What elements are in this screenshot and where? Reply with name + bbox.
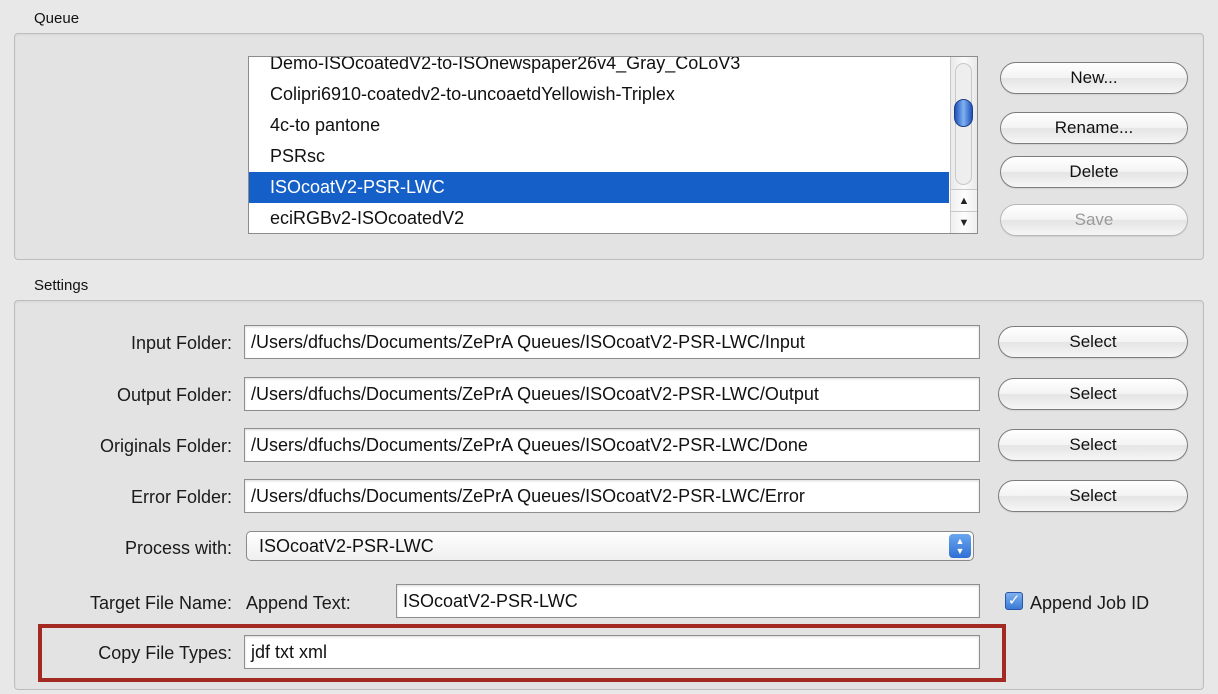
target-file-name-label: Target File Name: xyxy=(89,593,232,613)
originals-folder-field[interactable]: /Users/dfuchs/Documents/ZePrA Queues/ISO… xyxy=(244,428,980,462)
append-text-field[interactable]: ISOcoatV2-PSR-LWC xyxy=(396,584,980,618)
save-queue-button[interactable]: Save xyxy=(1000,204,1188,236)
error-folder-field[interactable]: /Users/dfuchs/Documents/ZePrA Queues/ISO… xyxy=(244,479,980,513)
queue-list-item[interactable]: Colipri6910-coatedv2-to-uncoaetdYellowis… xyxy=(249,79,949,110)
rename-queue-button[interactable]: Rename... xyxy=(1000,112,1188,144)
originals-folder-label: Originals Folder: xyxy=(99,436,232,456)
queue-list[interactable]: Demo-ISOcoatedV2-to-ISOnewspaper26v4_Gra… xyxy=(248,56,978,234)
input-folder-label: Input Folder: xyxy=(130,333,232,353)
output-folder-field[interactable]: /Users/dfuchs/Documents/ZePrA Queues/ISO… xyxy=(244,377,980,411)
checkmark-icon: ✓ xyxy=(1007,592,1021,609)
process-with-popup[interactable]: ISOcoatV2-PSR-LWC ▲ ▼ xyxy=(246,531,974,561)
input-folder-select-button[interactable]: Select xyxy=(998,326,1188,358)
scroll-down-arrow-icon[interactable]: ▼ xyxy=(951,211,977,233)
popup-arrows-icon: ▲ ▼ xyxy=(949,534,971,558)
queue-section-label: Queue xyxy=(34,10,80,27)
queue-list-item[interactable]: ISOcoatV2-PSR-LWC xyxy=(249,172,949,203)
highlight-annotation-box xyxy=(38,624,1006,682)
originals-folder-select-button[interactable]: Select xyxy=(998,429,1188,461)
queue-list-item[interactable]: Demo-ISOcoatedV2-to-ISOnewspaper26v4_Gra… xyxy=(249,57,949,79)
scroll-up-arrow-icon[interactable]: ▲ xyxy=(951,189,977,211)
process-with-value: ISOcoatV2-PSR-LWC xyxy=(259,536,434,556)
new-queue-button[interactable]: New... xyxy=(1000,62,1188,94)
queue-list-rows: Demo-ISOcoatedV2-to-ISOnewspaper26v4_Gra… xyxy=(249,57,949,233)
settings-section-label: Settings xyxy=(34,277,89,294)
append-job-id-label: Append Job ID xyxy=(1030,593,1150,613)
output-folder-label: Output Folder: xyxy=(116,385,232,405)
queue-list-item[interactable]: eciRGBv2-ISOcoatedV2 xyxy=(249,203,949,233)
append-text-label: Append Text: xyxy=(246,593,351,613)
append-job-id-checkbox[interactable]: ✓ xyxy=(1005,592,1023,610)
queue-list-item[interactable]: PSRsc xyxy=(249,141,949,172)
queue-list-scrollbar[interactable]: ▲ ▼ xyxy=(950,57,977,233)
input-folder-field[interactable]: /Users/dfuchs/Documents/ZePrA Queues/ISO… xyxy=(244,325,980,359)
error-folder-select-button[interactable]: Select xyxy=(998,480,1188,512)
scrollbar-thumb[interactable] xyxy=(954,99,973,127)
output-folder-select-button[interactable]: Select xyxy=(998,378,1188,410)
delete-queue-button[interactable]: Delete xyxy=(1000,156,1188,188)
process-with-label: Process with: xyxy=(124,538,232,558)
queue-list-item[interactable]: 4c-to pantone xyxy=(249,110,949,141)
error-folder-label: Error Folder: xyxy=(130,487,232,507)
